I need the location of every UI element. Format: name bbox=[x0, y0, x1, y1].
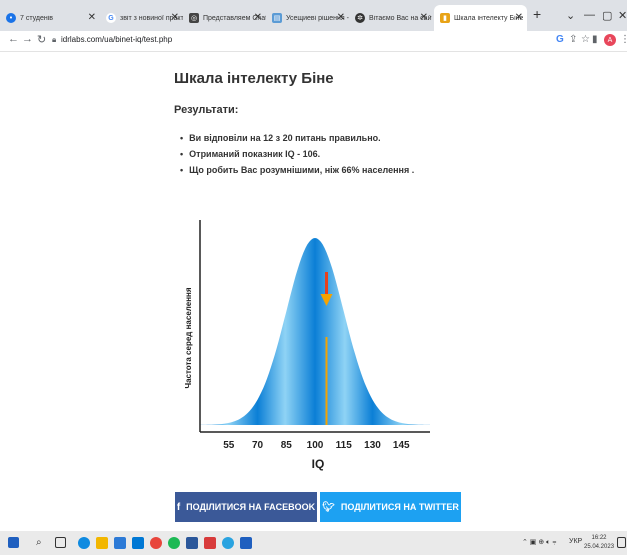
x-tick-label: 145 bbox=[393, 440, 410, 451]
maximize-button[interactable]: ▢ bbox=[602, 9, 612, 22]
new-tab-button[interactable]: + bbox=[533, 6, 541, 22]
bookmark-star-icon[interactable]: ☆ bbox=[581, 34, 590, 45]
idrlabs-icon: ▮ bbox=[440, 13, 450, 23]
language-indicator[interactable]: УКР bbox=[569, 538, 582, 545]
close-tab-icon[interactable]: ✕ bbox=[171, 12, 179, 23]
side-panel-icon[interactable]: ▮ bbox=[592, 34, 598, 45]
profile-avatar[interactable]: A bbox=[604, 34, 616, 46]
share-twitter-button[interactable]: 🐦︎ ПОДІЛИТИСЯ НА TWITTER bbox=[320, 492, 461, 522]
close-tab-icon[interactable]: ✕ bbox=[337, 12, 345, 23]
page-title: Шкала інтелекту Біне bbox=[174, 70, 334, 87]
arrow-shaft bbox=[325, 272, 328, 294]
app-icon-red[interactable] bbox=[204, 537, 216, 549]
notifications-icon[interactable] bbox=[617, 537, 626, 548]
google-lens-icon[interactable]: G bbox=[556, 34, 564, 45]
twitter-icon: 🐦︎ bbox=[322, 501, 335, 513]
tab-label: 7 студенів bbox=[20, 14, 54, 22]
minimize-button[interactable]: — bbox=[584, 9, 595, 21]
x-tick-label: 85 bbox=[281, 440, 293, 451]
chrome-icon[interactable] bbox=[150, 537, 162, 549]
x-tick-label: 115 bbox=[336, 440, 353, 451]
windows-taskbar: ⌕ ⌃ ▣ ⊕ 🔈︎ ⩦ УКР 16:22 25.04.2023 bbox=[0, 531, 627, 555]
start-icon[interactable] bbox=[8, 537, 19, 548]
browser-tab[interactable]: G звіт з новиної практики з н ✕ bbox=[100, 5, 183, 31]
x-tick-label: 70 bbox=[252, 440, 264, 451]
chatgpt-icon: ✲ bbox=[355, 13, 365, 23]
back-icon[interactable]: ← bbox=[8, 33, 19, 45]
share-icon[interactable]: ⇪ bbox=[569, 34, 577, 45]
task-view-icon[interactable] bbox=[55, 537, 66, 548]
chart-svg: 55 70 85 100 115 130 145 IQ Частота серед насе… bbox=[184, 220, 430, 471]
reload-icon[interactable]: ↻ bbox=[37, 33, 46, 46]
tab-search-icon[interactable]: ⌄ bbox=[566, 9, 575, 22]
browser-tab[interactable]: ✲ Вітаємо Вас на сайті наші ✕ bbox=[349, 5, 432, 31]
browser-tab[interactable]: ▤ Усещиеві рішення - авто ✕ bbox=[266, 5, 349, 31]
tab-strip: • 7 студенів ✕ G звіт з новиної практики… bbox=[0, 0, 627, 31]
y-axis-label: Частота серед населення bbox=[184, 287, 193, 388]
app-icon-green[interactable] bbox=[168, 537, 180, 549]
results-heading: Результати: bbox=[174, 104, 239, 116]
x-tick-label: 100 bbox=[307, 440, 324, 451]
mail-icon[interactable] bbox=[132, 537, 144, 549]
results-list: Ви відповіли на 12 з 20 питань правильно… bbox=[180, 130, 414, 178]
globe-icon: • bbox=[6, 13, 16, 23]
document-icon: ▤ bbox=[272, 13, 282, 23]
result-item: Ви відповіли на 12 з 20 питань правильно… bbox=[180, 130, 414, 146]
share-facebook-button[interactable]: f ПОДІЛИТИСЯ НА FACEBOOK bbox=[175, 492, 317, 522]
lock-icon[interactable]: 🔒︎ bbox=[52, 35, 56, 45]
x-tick-label: 130 bbox=[364, 440, 381, 451]
menu-icon[interactable]: ⋮ bbox=[620, 34, 627, 45]
openai-icon: ◎ bbox=[189, 13, 199, 23]
close-window-button[interactable]: ✕ bbox=[618, 9, 627, 22]
result-item: Що робить Вас розумнішими, ніж 66% насел… bbox=[180, 162, 414, 178]
search-icon[interactable]: ⌕ bbox=[36, 537, 42, 548]
edge-icon[interactable] bbox=[78, 537, 90, 549]
word-icon[interactable] bbox=[186, 537, 198, 549]
app-icon-blue[interactable] bbox=[240, 537, 252, 549]
tab-label: Шкала інтелекту Біне bbox=[454, 14, 524, 22]
x-tick-labels: 55 70 85 100 115 130 145 bbox=[223, 440, 410, 451]
close-tab-icon[interactable]: ✕ bbox=[420, 12, 428, 23]
browser-tab[interactable]: ◎ Представляем ChatGPT ✕ bbox=[183, 5, 266, 31]
telegram-icon[interactable] bbox=[222, 537, 234, 549]
share-facebook-label: ПОДІЛИТИСЯ НА FACEBOOK bbox=[186, 502, 316, 512]
file-explorer-icon[interactable] bbox=[96, 537, 108, 549]
close-tab-icon[interactable]: ✕ bbox=[88, 12, 96, 23]
forward-icon[interactable]: → bbox=[22, 33, 33, 45]
close-tab-icon[interactable]: ✕ bbox=[515, 12, 523, 23]
store-icon[interactable] bbox=[114, 537, 126, 549]
x-tick-label: 55 bbox=[223, 440, 235, 451]
clock-time: 16:22 bbox=[591, 535, 607, 541]
iq-distribution-chart: 55 70 85 100 115 130 145 IQ Частота серед насе… bbox=[180, 210, 430, 480]
clock[interactable]: 16:22 25.04.2023 bbox=[584, 534, 614, 552]
clock-date: 25.04.2023 bbox=[584, 544, 615, 550]
browser-tab[interactable]: • 7 студенів ✕ bbox=[0, 5, 100, 31]
browser-toolbar: ← → ↻ 🔒︎ idrlabs.com/ua/binet-iq/test.ph… bbox=[0, 31, 627, 52]
share-twitter-label: ПОДІЛИТИСЯ НА TWITTER bbox=[340, 502, 459, 512]
tray-icons[interactable]: ⌃ ▣ ⊕ 🔈︎ ⩦ bbox=[522, 538, 556, 547]
bell-curve-area bbox=[200, 238, 430, 425]
google-icon: G bbox=[106, 13, 116, 23]
x-axis-label: IQ bbox=[312, 457, 325, 471]
browser-tab-active[interactable]: ▮ Шкала інтелекту Біне ✕ bbox=[434, 5, 527, 31]
result-item: Отриманий показник IQ - 106. bbox=[180, 146, 414, 162]
close-tab-icon[interactable]: ✕ bbox=[254, 12, 262, 23]
facebook-icon: f bbox=[176, 501, 181, 513]
address-bar[interactable]: idrlabs.com/ua/binet-iq/test.php bbox=[61, 35, 172, 44]
